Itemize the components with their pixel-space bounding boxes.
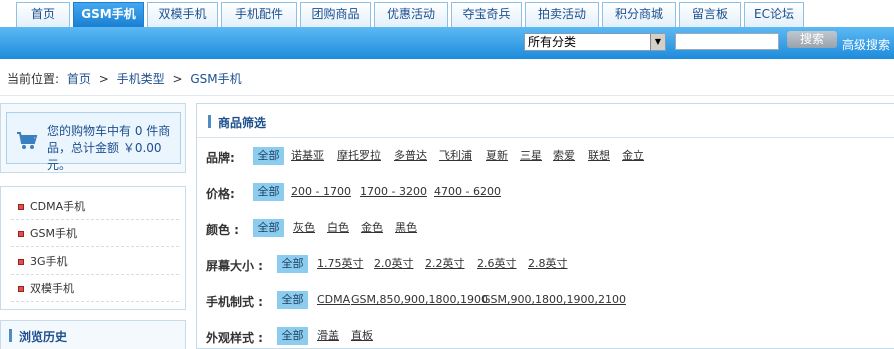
- breadcrumb-phone-types[interactable]: 手机类型: [117, 72, 165, 86]
- breadcrumb-home[interactable]: 首页: [67, 72, 91, 86]
- nav-tab-auction[interactable]: 拍卖活动: [525, 2, 599, 27]
- filter-option[interactable]: 夏新: [486, 147, 508, 165]
- filter-option-all[interactable]: 全部: [277, 327, 308, 345]
- shopping-cart-icon: [17, 132, 38, 149]
- filter-panel: 商品筛选 品牌: 全部 诺基亚 摩托罗拉 多普达 飞利浦 夏新 三星 索爱 联想…: [196, 103, 894, 349]
- filter-option[interactable]: 白色: [327, 219, 349, 237]
- filter-option[interactable]: CDMA: [317, 291, 350, 309]
- nav-tab-message-board[interactable]: 留言板: [679, 2, 741, 27]
- filter-panel-header: 商品筛选: [197, 104, 894, 138]
- category-label: 双模手机: [30, 282, 74, 295]
- filter-option[interactable]: 2.2英寸: [425, 255, 465, 273]
- filter-option-all[interactable]: 全部: [277, 255, 308, 273]
- breadcrumb-prefix: 当前位置:: [7, 72, 60, 86]
- history-title: 浏览历史: [19, 330, 68, 344]
- category-label: 3G手机: [30, 255, 68, 268]
- section-marker-icon: [208, 115, 211, 128]
- filter-row-network: 手机制式 : 全部 CDMA GSM,850,900,1800,1900 GSM…: [197, 290, 894, 310]
- filter-option-all[interactable]: 全部: [277, 291, 308, 309]
- chevron-down-icon[interactable]: ▼: [650, 34, 665, 50]
- breadcrumb-gsm[interactable]: GSM手机: [190, 72, 241, 86]
- filter-option[interactable]: 黑色: [395, 219, 417, 237]
- filter-option[interactable]: 直板: [351, 327, 373, 345]
- nav-tab-dual-mode[interactable]: 双模手机: [147, 2, 218, 27]
- top-nav: 首页 GSM手机 双模手机 手机配件 团购商品 优惠活动 夺宝奇兵 拍卖活动 积…: [0, 0, 894, 28]
- cart-text: 您的购物车中有 0 件商品，总计金额 ￥0.00元。: [47, 124, 171, 172]
- filter-row-price: 价格: 全部 200 - 1700 1700 - 3200 4700 - 620…: [197, 182, 894, 202]
- filter-option[interactable]: 2.8英寸: [528, 255, 568, 273]
- filter-option[interactable]: 摩托罗拉: [337, 147, 381, 165]
- bullet-icon: [18, 285, 24, 292]
- filter-option[interactable]: 索爱: [553, 147, 575, 165]
- nav-tab-gsm[interactable]: GSM手机: [73, 2, 144, 27]
- category-list: CDMA手机 GSM手机 3G手机 双模手机: [0, 186, 186, 310]
- bullet-icon: [18, 258, 24, 265]
- filter-option[interactable]: 金色: [361, 219, 383, 237]
- search-button[interactable]: 搜索: [787, 31, 837, 48]
- category-label: CDMA手机: [30, 200, 86, 213]
- filter-option[interactable]: 1700 - 3200: [360, 183, 427, 201]
- category-select[interactable]: 所有分类 ▼: [524, 33, 666, 51]
- filter-option-all[interactable]: 全部: [253, 147, 284, 165]
- filter-option[interactable]: 三星: [520, 147, 542, 165]
- filter-option[interactable]: 2.6英寸: [477, 255, 517, 273]
- filter-label: 手机制式 :: [206, 295, 263, 309]
- filter-title: 商品筛选: [218, 116, 267, 130]
- breadcrumb-separator: >: [172, 72, 183, 86]
- advanced-search-link[interactable]: 高级搜索: [842, 36, 890, 53]
- bullet-icon: [18, 230, 24, 237]
- filter-option[interactable]: 灰色: [293, 219, 315, 237]
- filter-row-color: 颜色 : 全部 灰色 白色 金色 黑色: [197, 218, 894, 238]
- filter-option[interactable]: 4700 - 6200: [434, 183, 501, 201]
- nav-tab-promotions[interactable]: 优惠活动: [374, 2, 448, 27]
- filter-label: 颜色 :: [206, 223, 239, 237]
- filter-option[interactable]: GSM,850,900,1800,1900: [351, 291, 488, 309]
- filter-option[interactable]: 飞利浦: [439, 147, 472, 165]
- filter-option[interactable]: 联想: [588, 147, 610, 165]
- filter-option[interactable]: 1.75英寸: [317, 255, 364, 273]
- breadcrumb: 当前位置: 首页 > 手机类型 > GSM手机: [7, 70, 246, 87]
- nav-tab-home[interactable]: 首页: [16, 2, 70, 27]
- filter-row-style: 外观样式 : 全部 滑盖 直板: [197, 326, 894, 346]
- filter-option[interactable]: 多普达: [394, 147, 427, 165]
- nav-tab-treasure[interactable]: 夺宝奇兵: [451, 2, 522, 27]
- category-item-gsm[interactable]: GSM手机: [11, 220, 179, 247]
- category-item-cdma[interactable]: CDMA手机: [11, 193, 179, 220]
- filter-row-screen-size: 屏幕大小 : 全部 1.75英寸 2.0英寸 2.2英寸 2.6英寸 2.8英寸: [197, 254, 894, 274]
- cart-box: 您的购物车中有 0 件商品，总计金额 ￥0.00元。: [0, 103, 186, 173]
- divider: [0, 95, 894, 96]
- filter-option[interactable]: 诺基亚: [291, 147, 324, 165]
- filter-label: 价格:: [206, 187, 235, 201]
- category-item-dual-mode[interactable]: 双模手机: [11, 275, 179, 302]
- filter-option-all[interactable]: 全部: [253, 219, 284, 237]
- search-input[interactable]: [675, 33, 779, 50]
- filter-option[interactable]: 滑盖: [317, 327, 339, 345]
- filter-label: 品牌:: [206, 151, 235, 165]
- filter-option[interactable]: 金立: [622, 147, 644, 165]
- browse-history-box: 浏览历史: [0, 320, 186, 349]
- bullet-icon: [18, 203, 24, 210]
- category-label: GSM手机: [30, 227, 77, 240]
- category-select-value: 所有分类: [528, 35, 577, 49]
- filter-label: 屏幕大小 :: [206, 259, 263, 273]
- filter-row-brand: 品牌: 全部 诺基亚 摩托罗拉 多普达 飞利浦 夏新 三星 索爱 联想 金立: [197, 146, 894, 166]
- breadcrumb-separator: >: [98, 72, 109, 86]
- nav-tab-points-mall[interactable]: 积分商城: [602, 2, 676, 27]
- filter-option[interactable]: 200 - 1700: [291, 183, 351, 201]
- nav-tab-group-buy[interactable]: 团购商品: [300, 2, 371, 27]
- nav-tab-accessories[interactable]: 手机配件: [221, 2, 297, 27]
- filter-label: 外观样式 :: [206, 331, 263, 345]
- cart-summary[interactable]: 您的购物车中有 0 件商品，总计金额 ￥0.00元。: [6, 112, 181, 172]
- section-marker-icon: [9, 329, 12, 342]
- category-item-3g[interactable]: 3G手机: [11, 248, 179, 275]
- filter-option[interactable]: GSM,900,1800,1900,2100: [482, 291, 626, 309]
- filter-option-all[interactable]: 全部: [253, 183, 284, 201]
- nav-tab-forum[interactable]: EC论坛: [744, 2, 804, 27]
- filter-option[interactable]: 2.0英寸: [374, 255, 414, 273]
